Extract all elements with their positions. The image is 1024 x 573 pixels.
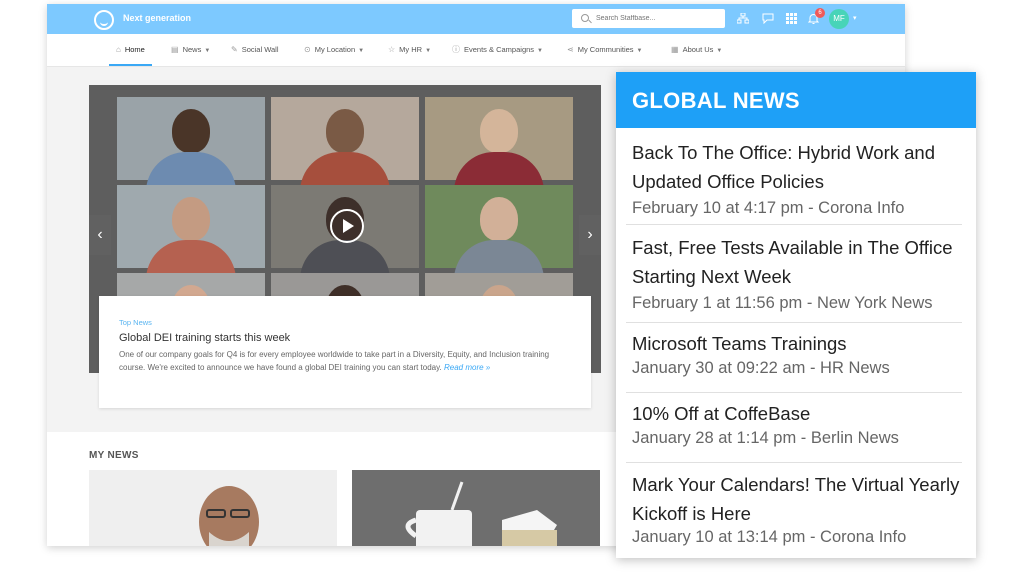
news-item-title[interactable]: Mark Your Calendars! The Virtual Yearly …: [632, 470, 972, 528]
video-tile: [425, 97, 573, 192]
chat-icon[interactable]: [762, 13, 774, 25]
nav-item-events-campaigns[interactable]: ⓘ Events & Campaigns ▼: [452, 34, 543, 66]
home-icon: ⌂: [116, 45, 121, 54]
chevron-down-icon: ▼: [358, 48, 365, 54]
news-item-title[interactable]: 10% Off at CoffeBase: [632, 399, 972, 428]
nav-item-news[interactable]: ▤ News ▼: [171, 34, 210, 66]
list-item[interactable]: Back To The Office: Hybrid Work and Upda…: [626, 136, 962, 225]
list-item[interactable]: Mark Your Calendars! The Virtual Yearly …: [626, 470, 962, 558]
news-item-meta: January 10 at 13:14 pm - Corona Info: [632, 528, 907, 546]
video-tile: [117, 185, 265, 280]
list-item[interactable]: Microsoft Teams Trainings January 30 at …: [626, 329, 962, 393]
search-input[interactable]: [596, 12, 716, 25]
news-category[interactable]: Top News: [119, 318, 152, 327]
nav-item-about-us[interactable]: ▦ About Us ▼: [671, 34, 722, 66]
play-icon[interactable]: [330, 209, 364, 243]
list-item[interactable]: Fast, Free Tests Available in The Office…: [626, 231, 962, 323]
global-news-panel: GLOBAL NEWS Back To The Office: Hybrid W…: [616, 72, 976, 558]
edit-icon: ✎: [231, 45, 238, 54]
brand-name[interactable]: Next generation: [123, 13, 191, 23]
apps-grid-icon[interactable]: [785, 13, 797, 24]
chevron-down-icon: ▼: [537, 48, 543, 54]
chevron-down-icon: ▼: [204, 48, 211, 54]
main-navigation: ⌂ Home ▤ News ▼ ✎ Social Wall ⊙ My Location ▼ …: [47, 34, 905, 67]
global-news-title: GLOBAL NEWS: [632, 88, 800, 113]
org-chart-icon[interactable]: [736, 12, 750, 24]
video-tile: [425, 185, 573, 280]
chevron-down-icon: ▼: [636, 48, 643, 54]
global-news-header: GLOBAL NEWS: [616, 72, 976, 128]
video-tile: [271, 97, 419, 192]
nav-item-social-wall[interactable]: ✎ Social Wall: [231, 34, 279, 66]
logo-icon[interactable]: [94, 10, 114, 30]
location-icon: ⊙: [304, 45, 311, 54]
nav-item-my-communities[interactable]: ⋖ My Communities ▼: [567, 34, 643, 66]
news-card-image[interactable]: [89, 470, 337, 546]
search-box[interactable]: [572, 9, 725, 28]
chevron-right-icon[interactable]: ›: [579, 215, 601, 255]
search-icon: [581, 14, 589, 22]
chevron-down-icon: ▼: [425, 48, 432, 54]
list-item[interactable]: 10% Off at CoffeBase January 28 at 1:14 …: [626, 399, 962, 463]
chevron-down-icon: ▼: [716, 48, 723, 54]
user-avatar[interactable]: MF: [829, 9, 849, 29]
my-news-heading: MY NEWS: [89, 450, 139, 461]
coffee-mug-image: [352, 470, 600, 546]
news-item-meta: January 28 at 1:14 pm - Berlin News: [632, 429, 899, 447]
news-item-title[interactable]: Fast, Free Tests Available in The Office…: [632, 233, 972, 291]
news-card-image[interactable]: [352, 470, 600, 546]
video-tile: [117, 97, 265, 192]
read-more-link[interactable]: Read more »: [444, 363, 490, 372]
share-icon: ⋖: [567, 45, 574, 54]
news-item-meta: February 10 at 4:17 pm - Corona Info: [632, 199, 905, 217]
news-item-meta: February 1 at 11:56 pm - New York News: [632, 294, 933, 312]
news-icon: ▤: [171, 45, 179, 54]
featured-news-card[interactable]: Top News Global DEI training starts this…: [99, 296, 591, 408]
news-item-title[interactable]: Back To The Office: Hybrid Work and Upda…: [632, 138, 972, 196]
news-item-meta: January 30 at 09:22 am - HR News: [632, 359, 890, 377]
building-icon: ▦: [671, 45, 679, 54]
nav-item-my-location[interactable]: ⊙ My Location ▼: [304, 34, 364, 66]
nav-item-my-hr[interactable]: ☆ My HR ▼: [388, 34, 431, 66]
news-item-title[interactable]: Microsoft Teams Trainings: [632, 329, 972, 358]
notification-badge: 6: [815, 8, 825, 18]
portrait-image: [89, 470, 337, 546]
news-excerpt: One of our company goals for Q4 is for e…: [119, 350, 550, 372]
nav-item-home[interactable]: ⌂ Home: [109, 34, 152, 66]
top-bar: Next generation 6 MF ▾: [47, 4, 905, 34]
info-icon: ⓘ: [452, 45, 460, 54]
star-icon: ☆: [388, 45, 396, 54]
chevron-left-icon[interactable]: ‹: [89, 215, 111, 255]
chevron-down-icon[interactable]: ▾: [853, 14, 857, 22]
news-title[interactable]: Global DEI training starts this week: [119, 332, 290, 344]
